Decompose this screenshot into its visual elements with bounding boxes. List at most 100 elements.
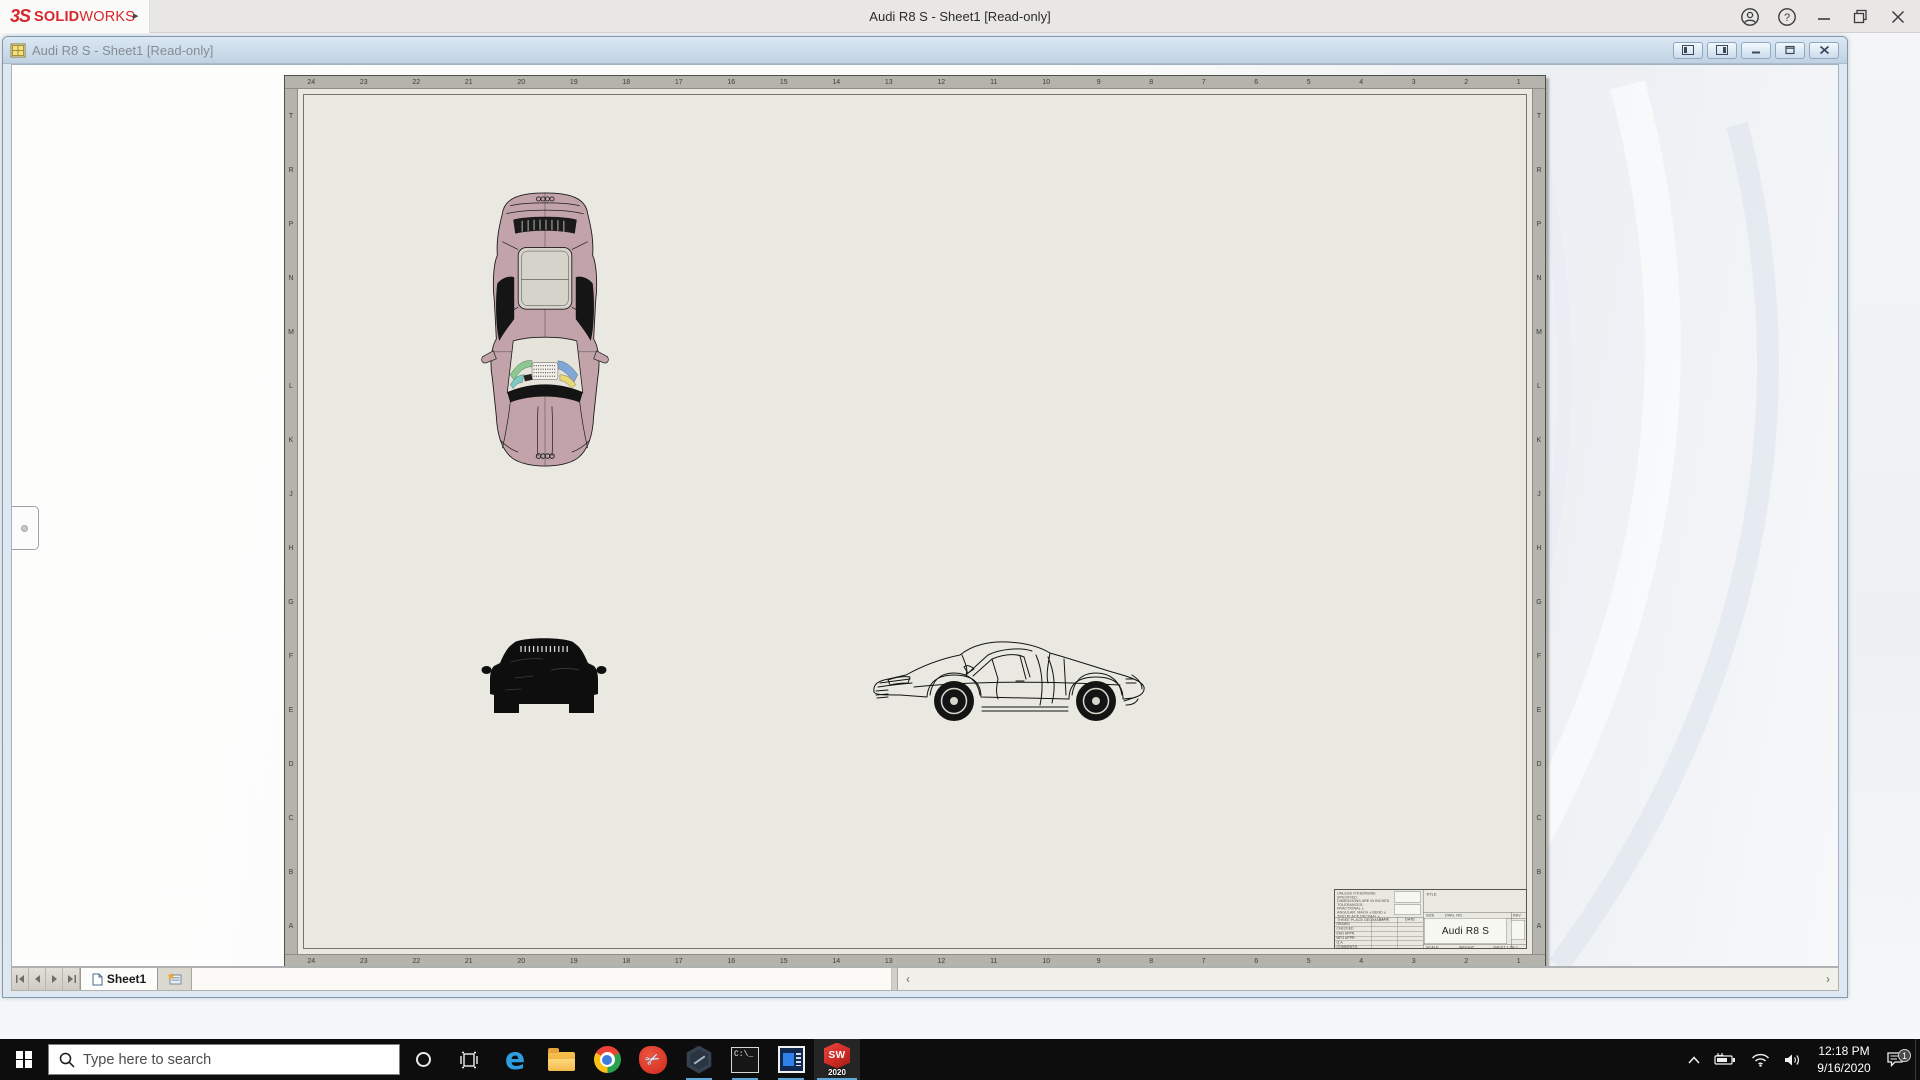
battery-status[interactable]	[1707, 1052, 1744, 1067]
taskbar-icon-file-explorer[interactable]	[538, 1039, 584, 1080]
first-sheet-button[interactable]	[12, 968, 29, 990]
drawing-view-front[interactable]	[481, 632, 607, 720]
zone-label: 13	[863, 76, 916, 88]
zone-band-left: TRPNMLKJHGFEDCBA	[285, 89, 298, 954]
zone-label: 10	[1020, 76, 1073, 88]
chrome-icon	[594, 1046, 621, 1073]
zone-label: 24	[285, 76, 338, 88]
zone-label: 20	[495, 955, 548, 967]
speaker-icon	[1784, 1053, 1801, 1067]
flyout-grip-icon	[21, 525, 28, 532]
add-sheet-button[interactable]	[158, 968, 192, 990]
approval-row: COMMENTS:	[1335, 945, 1423, 949]
chevron-up-icon	[1688, 1056, 1700, 1064]
taskbar-icon-edrawings[interactable]	[676, 1039, 722, 1080]
sheet-of-label: SHEET 1 OF 1	[1493, 945, 1518, 949]
task-pane-flyout-handle[interactable]	[12, 506, 39, 550]
prev-sheet-button[interactable]	[29, 968, 46, 990]
document-titlebar[interactable]: Audi R8 S - Sheet1 [Read-only]	[3, 37, 1847, 64]
window-controls: ?	[1731, 0, 1916, 33]
document-title: Audi R8 S - Sheet1 [Read-only]	[32, 43, 213, 58]
zone-label: F	[1533, 630, 1545, 684]
zone-label: 6	[1230, 955, 1283, 967]
approval-row: CHECKED	[1335, 927, 1423, 932]
zone-label: G	[1533, 576, 1545, 630]
cortana-button[interactable]	[400, 1039, 446, 1080]
document-window: Audi R8 S - Sheet1 [Read-only]	[2, 36, 1848, 998]
zone-label: 21	[443, 955, 496, 967]
taskbar-icon-command-prompt[interactable]: C:\_	[722, 1039, 768, 1080]
doc-restore-button[interactable]	[1775, 42, 1805, 59]
scroll-right-icon[interactable]: ›	[1818, 972, 1838, 986]
taskbar-icon-chrome[interactable]	[584, 1039, 630, 1080]
scroll-left-icon[interactable]: ‹	[898, 972, 918, 986]
rev-label: REV	[1513, 913, 1521, 918]
next-sheet-button[interactable]	[46, 968, 63, 990]
taskbar-icon-media-app[interactable]	[768, 1039, 814, 1080]
document-window-controls	[1673, 42, 1839, 59]
drawing-view-top[interactable]	[480, 190, 610, 468]
search-input[interactable]	[83, 1052, 343, 1068]
taskbar-icon-solidworks[interactable]: SW 2020	[814, 1039, 860, 1080]
zone-label: 6	[1230, 76, 1283, 88]
graphics-area[interactable]: 242322212019181716151413121110987654321 …	[11, 64, 1839, 967]
zone-label: 1	[1493, 76, 1546, 88]
window-title: Audi R8 S - Sheet1 [Read-only]	[0, 0, 1920, 33]
edge-icon: e	[505, 1045, 525, 1075]
account-button[interactable]	[1731, 0, 1768, 33]
approval-table: NAME DATE DRAWNCHECKEDENG APPR.MFG APPR.…	[1335, 917, 1423, 949]
drawing-document-icon[interactable]	[10, 43, 26, 58]
wifi-status[interactable]	[1744, 1053, 1777, 1067]
horizontal-scrollbar[interactable]: ‹ ›	[898, 968, 1838, 990]
doc-close-button[interactable]	[1809, 42, 1839, 59]
zone-label: 23	[338, 955, 391, 967]
solidworks-2020-icon: SW 2020	[822, 1043, 852, 1077]
last-sheet-button[interactable]	[63, 968, 80, 990]
zone-label: B	[285, 846, 297, 900]
taskbar-icon-edge[interactable]: e	[492, 1039, 538, 1080]
taskbar-search[interactable]	[48, 1044, 400, 1075]
add-sheet-icon	[167, 972, 183, 986]
taskbar-icon-snipping-tool[interactable]: ✂	[630, 1039, 676, 1080]
minimize-button[interactable]	[1805, 0, 1842, 33]
zone-label: 22	[390, 76, 443, 88]
split-pane-right-button[interactable]	[1707, 42, 1737, 59]
file-explorer-icon	[548, 1052, 575, 1071]
main-titlebar: 3S SOLIDWORKS ▸ Audi R8 S - Sheet1 [Read…	[0, 0, 1920, 33]
zone-label: 1	[1493, 955, 1546, 967]
split-pane-left-button[interactable]	[1673, 42, 1703, 59]
action-center-button[interactable]: 1	[1880, 1051, 1915, 1068]
doc-minimize-button[interactable]	[1741, 42, 1771, 59]
close-button[interactable]	[1879, 0, 1916, 33]
volume-status[interactable]	[1777, 1053, 1808, 1067]
restore-button[interactable]	[1842, 0, 1879, 33]
zone-label: 17	[653, 955, 706, 967]
start-button[interactable]	[0, 1039, 48, 1080]
zone-label: 17	[653, 76, 706, 88]
size-label: SIZE	[1426, 913, 1434, 918]
task-view-button[interactable]	[446, 1039, 492, 1080]
battery-icon	[1714, 1052, 1737, 1067]
zone-label: 2	[1440, 76, 1493, 88]
approval-row: MFG APPR.	[1335, 936, 1423, 941]
tab-sheet1[interactable]: Sheet1	[80, 968, 158, 990]
scroll-track[interactable]	[918, 968, 1818, 990]
zone-label: 19	[548, 955, 601, 967]
zone-label: 23	[338, 76, 391, 88]
zone-label: 14	[810, 76, 863, 88]
tray-expand-button[interactable]	[1681, 1056, 1707, 1064]
sheet-page-icon	[92, 973, 103, 986]
drawing-view-side[interactable]	[870, 635, 1152, 727]
zone-label: A	[1533, 900, 1545, 954]
help-button[interactable]: ?	[1768, 0, 1805, 33]
zone-label: 15	[758, 76, 811, 88]
zone-label: 11	[968, 955, 1021, 967]
show-desktop-button[interactable]	[1915, 1039, 1920, 1080]
zone-label: 10	[1020, 955, 1073, 967]
zone-label: 18	[600, 76, 653, 88]
taskbar-clock[interactable]: 12:18 PM 9/16/2020	[1808, 1043, 1880, 1075]
zone-label: D	[1533, 738, 1545, 792]
zone-label: C	[1533, 792, 1545, 846]
zone-label: A	[285, 900, 297, 954]
zone-label: P	[1533, 197, 1545, 251]
